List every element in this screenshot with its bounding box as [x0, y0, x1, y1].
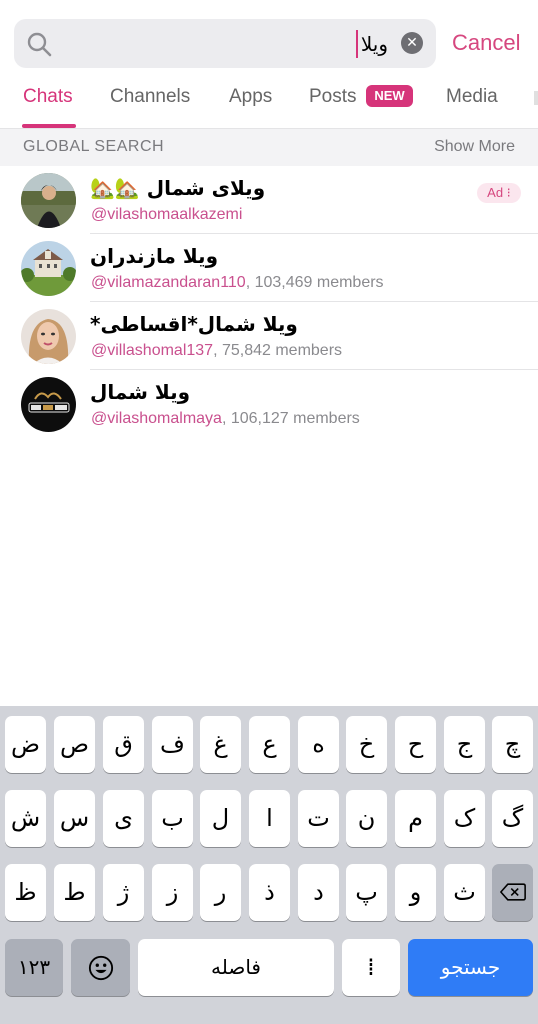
key[interactable]: گ — [492, 790, 533, 847]
key[interactable]: ح — [395, 716, 436, 773]
backspace-icon — [499, 883, 526, 901]
key[interactable]: ز — [152, 864, 193, 921]
backspace-key[interactable] — [492, 864, 533, 921]
tab-apps[interactable]: Apps — [229, 84, 272, 110]
result-members: , 103,469 members — [245, 274, 384, 291]
result-members: , 75,842 members — [213, 342, 343, 359]
search-filter-tabs: Chats Channels Apps Posts Media — [0, 78, 538, 128]
search-input[interactable]: ویلا ✕ — [14, 19, 436, 68]
search-bar-row: ویلا ✕ Cancel — [0, 0, 538, 78]
key[interactable]: م — [395, 790, 436, 847]
key[interactable]: ث — [444, 864, 485, 921]
ad-badge[interactable]: Ad ⁝ — [477, 183, 521, 203]
tab-media[interactable]: Media — [446, 84, 498, 110]
list-item[interactable]: ویلا شمال*اقساطی* @villashomal137, 75,84… — [0, 302, 538, 370]
key[interactable]: ع — [249, 716, 290, 773]
emoji-icon — [88, 955, 113, 981]
avatar — [21, 309, 76, 364]
result-subtitle: @vilashomaalkazemi — [91, 205, 242, 225]
persian-keyboard: ض ص ق ف غ ع ه خ ح ج چ ش س ی ب ل ا ت ن م … — [0, 706, 538, 1024]
list-item[interactable]: ویلا مازندران @vilamazandaran110, 103,46… — [0, 234, 538, 302]
show-more-button[interactable]: Show More — [434, 138, 515, 156]
tab-channels[interactable]: Channels — [110, 84, 190, 110]
key[interactable]: ص — [54, 716, 95, 773]
tab-chats[interactable]: Chats — [23, 84, 73, 110]
key[interactable]: ه — [298, 716, 339, 773]
result-title: ویلا شمال — [90, 380, 191, 404]
key[interactable]: ظ — [5, 864, 46, 921]
section-title: GLOBAL SEARCH — [23, 138, 165, 155]
search-icon — [27, 32, 52, 57]
key[interactable]: چ — [492, 716, 533, 773]
result-handle[interactable]: @villashomal137 — [91, 342, 213, 359]
key[interactable]: ک — [444, 790, 485, 847]
key[interactable]: ت — [298, 790, 339, 847]
key[interactable]: ق — [103, 716, 144, 773]
search-query-text: ویلا — [360, 32, 388, 56]
text-caret — [356, 30, 358, 58]
key[interactable]: ذ — [249, 864, 290, 921]
avatar — [21, 241, 76, 296]
result-handle[interactable]: @vilashomalmaya — [91, 410, 222, 427]
numbers-key[interactable]: ۱۲۳ — [5, 939, 63, 996]
key[interactable]: ف — [152, 716, 193, 773]
cancel-button[interactable]: Cancel — [452, 28, 520, 58]
key[interactable]: ن — [346, 790, 387, 847]
result-subtitle: @vilamazandaran110, 103,469 members — [91, 273, 384, 293]
search-results-list: ویلای شمال 🏡🏡 @vilashomaalkazemi Ad ⁝ وی… — [0, 166, 538, 438]
key[interactable]: س — [54, 790, 95, 847]
result-subtitle: @villashomal137, 75,842 members — [91, 341, 342, 361]
key[interactable]: ش — [5, 790, 46, 847]
list-item[interactable]: ویلای شمال 🏡🏡 @vilashomaalkazemi Ad ⁝ — [0, 166, 538, 234]
key[interactable]: ل — [200, 790, 241, 847]
result-handle[interactable]: @vilamazandaran110 — [91, 274, 246, 291]
key[interactable]: پ — [346, 864, 387, 921]
emoji-key[interactable] — [71, 939, 130, 996]
key[interactable]: ط — [54, 864, 95, 921]
key[interactable]: ا — [249, 790, 290, 847]
key[interactable]: غ — [200, 716, 241, 773]
zwnj-key[interactable]: ⁞ — [342, 939, 400, 996]
key[interactable]: خ — [346, 716, 387, 773]
space-key[interactable]: فاصله — [138, 939, 334, 996]
key[interactable]: ض — [5, 716, 46, 773]
more-tabs-edge — [534, 91, 538, 105]
key[interactable]: ژ — [103, 864, 144, 921]
key[interactable]: و — [395, 864, 436, 921]
key[interactable]: ب — [152, 790, 193, 847]
key[interactable]: ی — [103, 790, 144, 847]
clear-search-icon[interactable]: ✕ — [401, 32, 423, 54]
key[interactable]: د — [298, 864, 339, 921]
result-subtitle: @vilashomalmaya, 106,127 members — [91, 409, 360, 429]
posts-new-badge: NEW — [366, 85, 413, 107]
avatar — [21, 173, 76, 228]
result-title: ویلا مازندران — [90, 244, 218, 268]
key[interactable]: ج — [444, 716, 485, 773]
result-title: ویلا شمال*اقساطی* — [90, 312, 298, 336]
key[interactable]: ر — [200, 864, 241, 921]
global-search-header: GLOBAL SEARCH Show More — [0, 128, 538, 166]
result-title: ویلای شمال 🏡🏡 — [90, 176, 266, 200]
avatar — [21, 377, 76, 432]
tab-posts[interactable]: Posts — [309, 84, 357, 110]
list-item[interactable]: ویلا شمال @vilashomalmaya, 106,127 membe… — [0, 370, 538, 438]
result-members: , 106,127 members — [221, 410, 360, 427]
result-handle[interactable]: @vilashomaalkazemi — [91, 206, 242, 223]
search-key[interactable]: جستجو — [408, 939, 533, 996]
